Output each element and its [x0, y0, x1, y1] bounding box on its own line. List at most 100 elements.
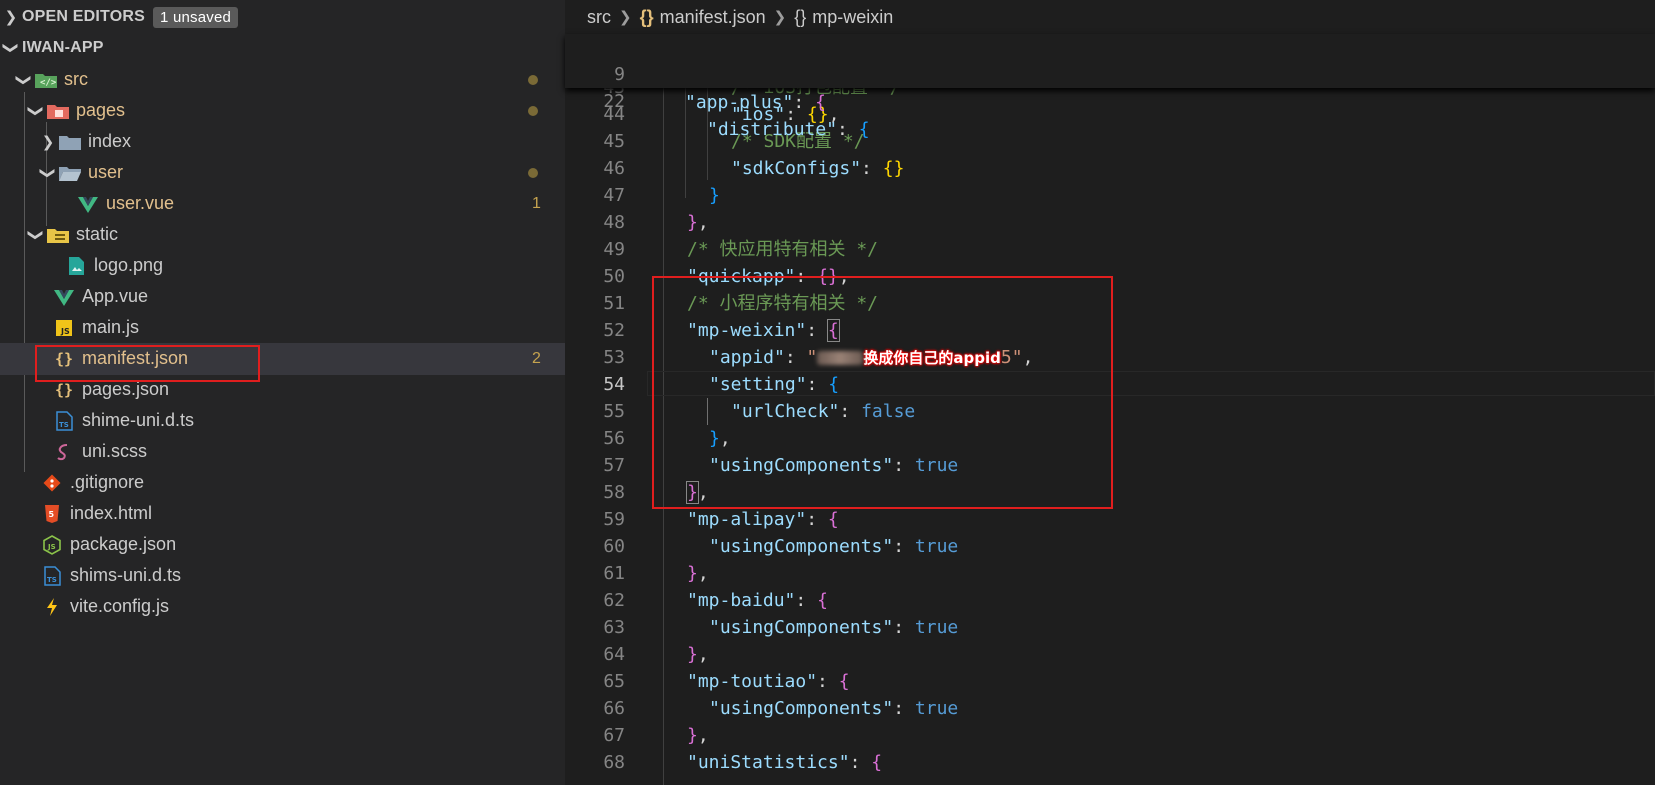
- code-line[interactable]: 49 /* 快应用特有相关 */: [565, 236, 1655, 263]
- chevron-right-icon: ❯: [773, 9, 787, 26]
- vue-file-icon: [52, 287, 76, 307]
- chevron-down-icon: ❯: [15, 73, 32, 87]
- chevron-right-icon: ❯: [4, 9, 18, 26]
- line-number: 53: [603, 347, 625, 368]
- line-number: 62: [603, 590, 625, 611]
- chevron-down-icon: ❯: [27, 104, 44, 118]
- html5-icon: 5: [40, 504, 64, 524]
- code-text: "mp-baidu": {: [687, 590, 828, 611]
- tree-item-logo[interactable]: logo.png: [0, 250, 565, 282]
- modified-dot: [528, 106, 538, 116]
- code-text: /* 快应用特有相关 */: [687, 236, 878, 263]
- tree-label: .gitignore: [70, 472, 145, 493]
- tree-item-app-vue[interactable]: App.vue: [0, 281, 565, 313]
- folder-open-icon: [58, 163, 82, 183]
- tree-label: user: [88, 162, 124, 183]
- tree-item-vite-config[interactable]: vite.config.js: [0, 591, 565, 623]
- breadcrumb-folder[interactable]: src: [587, 7, 611, 28]
- code-line[interactable]: 61},: [565, 560, 1655, 587]
- tree-label: uni.scss: [82, 441, 148, 462]
- code-line[interactable]: 66 "usingComponents": true: [565, 695, 1655, 722]
- json-braces-icon: {}: [639, 6, 654, 27]
- breadcrumb-file[interactable]: manifest.json: [660, 7, 766, 28]
- svg-text:</>: </>: [40, 78, 57, 88]
- boolean-value: true: [914, 617, 959, 638]
- tree-label: main.js: [82, 317, 140, 338]
- sticky-line[interactable]: 22 "distribute": {: [565, 61, 1655, 139]
- tree-item-gitignore[interactable]: .gitignore: [0, 467, 565, 499]
- code-line[interactable]: 60 "usingComponents": true: [565, 533, 1655, 560]
- code-folder-icon: </>: [34, 70, 58, 90]
- open-editors-header[interactable]: ❯ OPEN EDITORS 1 unsaved: [0, 2, 565, 32]
- tree-item-user-vue[interactable]: user.vue 1: [0, 188, 565, 220]
- tree-item-uni-scss[interactable]: uni.scss: [0, 436, 565, 468]
- line-number: 54: [603, 374, 625, 395]
- json-key: "usingComponents": [709, 698, 894, 719]
- tree-label: index.html: [70, 503, 153, 524]
- code-text: "usingComponents": true: [709, 617, 959, 638]
- line-number: 67: [603, 725, 625, 746]
- line-number: 58: [603, 482, 625, 503]
- sticky-scroll-header: 9 "app-plus": { 22 "distribute": {: [565, 34, 1655, 140]
- tree-item-shims-uni[interactable]: TS shims-uni.d.ts: [0, 560, 565, 592]
- tree-label: pages.json: [82, 379, 170, 400]
- json-key: "mp-toutiao": [687, 671, 818, 692]
- sticky-line[interactable]: 9 "app-plus": {: [565, 34, 1655, 112]
- tree-item-shime-uni[interactable]: TS shime-uni.d.ts: [0, 405, 565, 437]
- svg-text:5: 5: [49, 510, 55, 519]
- ts-file-icon: TS: [52, 411, 76, 431]
- code-text: "distribute": {: [707, 118, 870, 140]
- code-text: },: [687, 212, 709, 233]
- boolean-value: true: [914, 536, 959, 557]
- tree-item-pages[interactable]: ❯ pages: [0, 95, 565, 127]
- pages-folder-icon: [46, 101, 70, 121]
- modified-dot: [528, 168, 538, 178]
- svg-text:JS: JS: [60, 327, 70, 336]
- brace: {: [858, 118, 870, 140]
- tree-label: vite.config.js: [70, 596, 170, 617]
- code-text: "uniStatistics": {: [687, 752, 883, 773]
- tree-item-index-html[interactable]: 5 index.html: [0, 498, 565, 530]
- code-line[interactable]: 47}: [565, 182, 1655, 209]
- svg-text:TS: TS: [47, 576, 57, 584]
- code-line[interactable]: 59 "mp-alipay": {: [565, 506, 1655, 533]
- line-number: 63: [603, 617, 625, 638]
- code-line[interactable]: 48},: [565, 209, 1655, 236]
- svg-text:JS: JS: [47, 543, 56, 551]
- line-number: 61: [603, 563, 625, 584]
- code-line[interactable]: 65 "mp-toutiao": {: [565, 668, 1655, 695]
- code-line[interactable]: 67},: [565, 722, 1655, 749]
- breadcrumb-symbol[interactable]: mp-weixin: [812, 7, 893, 28]
- code-text: "usingComponents": true: [709, 536, 959, 557]
- code-line[interactable]: 68 "uniStatistics": {: [565, 749, 1655, 776]
- problem-count: 2: [532, 349, 541, 367]
- unsaved-badge: 1 unsaved: [153, 6, 239, 28]
- tree-item-package-json[interactable]: JS package.json: [0, 529, 565, 561]
- chevron-right-icon: ❯: [41, 133, 55, 151]
- tree-item-main-js[interactable]: JS main.js: [0, 312, 565, 344]
- brace: {: [815, 91, 826, 113]
- json-key: "mp-alipay": [687, 509, 807, 530]
- line-number: 68: [603, 752, 625, 773]
- svg-text:TS: TS: [59, 421, 69, 429]
- code-line[interactable]: 63 "usingComponents": true: [565, 614, 1655, 641]
- tree-item-user[interactable]: ❯ user: [0, 157, 565, 189]
- tree-label: shime-uni.d.ts: [82, 410, 195, 431]
- project-header[interactable]: ❯ IWAN-APP: [0, 33, 565, 63]
- comment: /* 快应用特有相关 */: [687, 239, 879, 260]
- line-number: 48: [603, 212, 625, 233]
- tree-item-static[interactable]: ❯ static: [0, 219, 565, 251]
- code-text: },: [687, 725, 709, 746]
- code-editor[interactable]: src ❯ {} manifest.json ❯ {} mp-weixin 9 …: [565, 0, 1655, 785]
- code-line[interactable]: 64},: [565, 641, 1655, 668]
- tree-item-src[interactable]: ❯ </> src: [0, 64, 565, 96]
- code-line[interactable]: 62 "mp-baidu": {: [565, 587, 1655, 614]
- json-key: "usingComponents": [709, 617, 894, 638]
- tree-label: user.vue: [106, 193, 175, 214]
- code-line[interactable]: 46 "sdkConfigs": {}: [565, 155, 1655, 182]
- line-number: 50: [603, 266, 625, 287]
- code-text: "usingComponents": true: [709, 698, 959, 719]
- tree-item-index[interactable]: ❯ index: [0, 126, 565, 158]
- line-number: 64: [603, 644, 625, 665]
- code-text: },: [687, 644, 709, 665]
